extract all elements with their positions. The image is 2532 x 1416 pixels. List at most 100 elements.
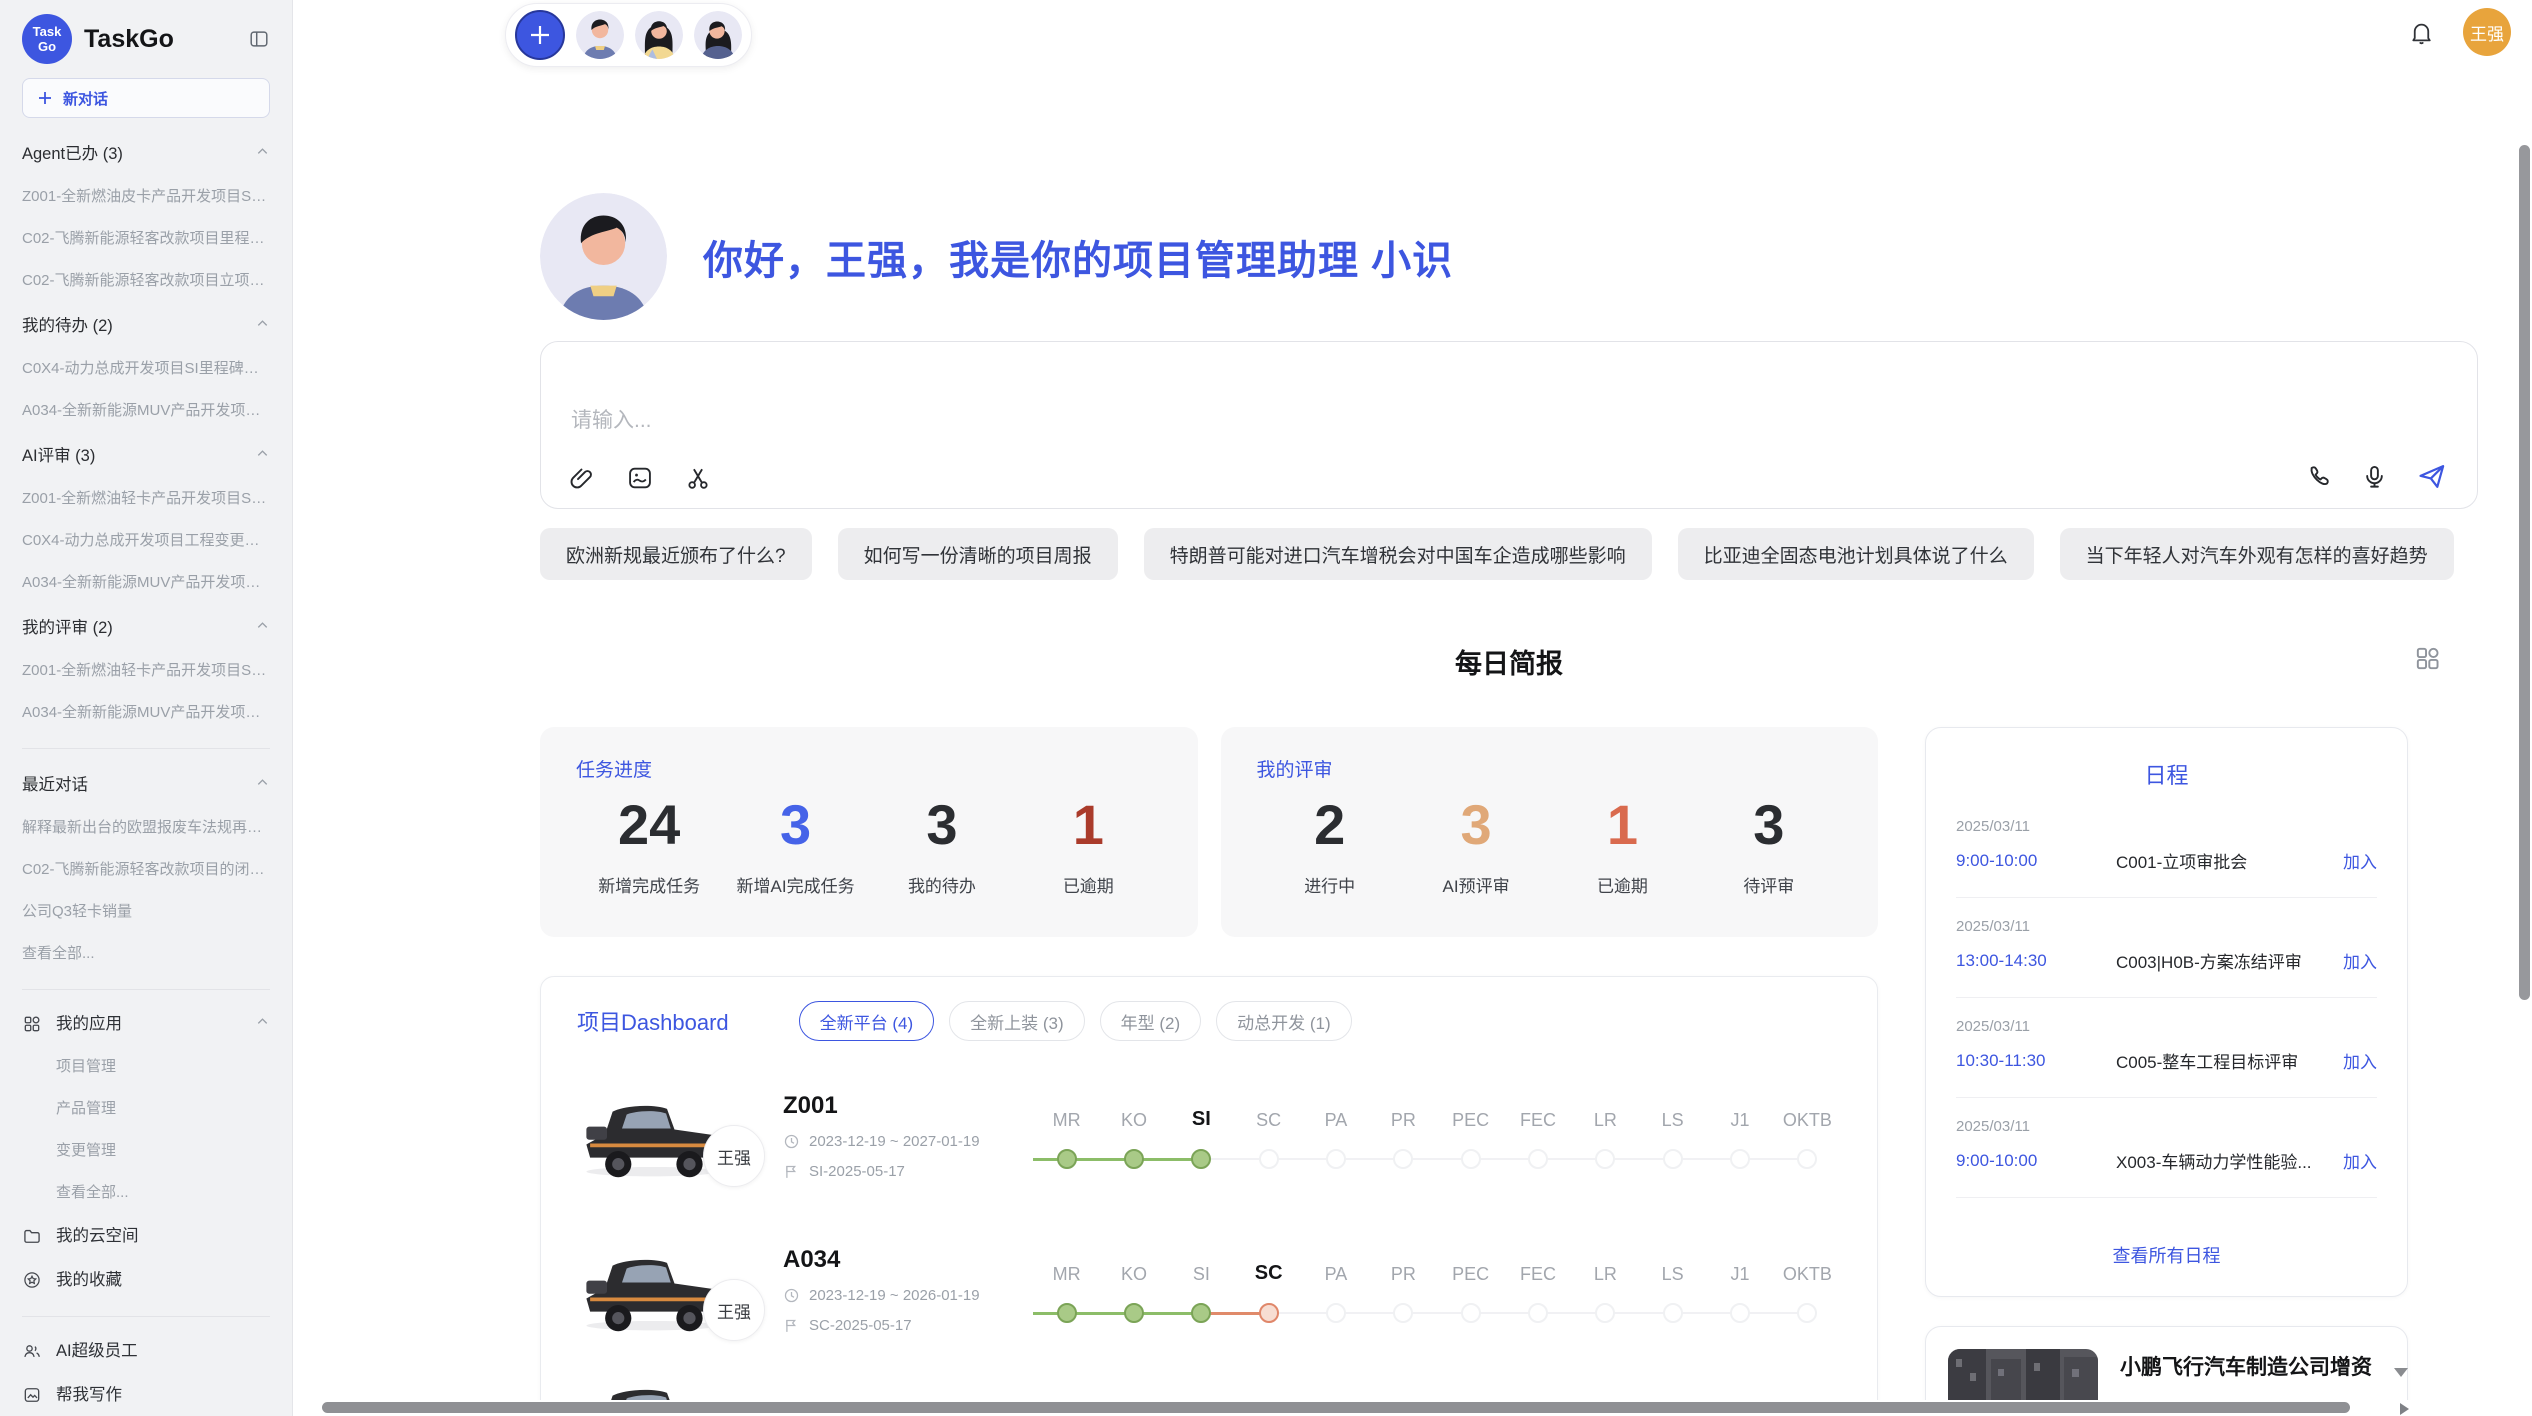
project-milestone-tag: SC-2025-05-17 xyxy=(809,1317,912,1334)
suggestion-chip[interactable]: 特朗普可能对进口汽车增税会对中国车企造成哪些影响 xyxy=(1144,528,1652,580)
sidebar-item[interactable]: Z001-全新燃油皮卡产品开发项目SI节点Lesson Learn报告 xyxy=(22,188,270,206)
new-chat-button[interactable]: 新对话 xyxy=(22,78,270,118)
sidebar-section-title: AI评审 (3) xyxy=(22,446,95,466)
recent-section-header[interactable]: 最近对话 xyxy=(22,775,270,795)
sidebar-item[interactable]: A034-全新新能源MUV产品开发项目法规符合性评审 xyxy=(22,574,270,592)
suggestion-chip[interactable]: 如何写一份清晰的项目周报 xyxy=(838,528,1118,580)
new-session-button[interactable] xyxy=(515,10,565,60)
app-sub-item[interactable]: 产品管理 xyxy=(22,1100,270,1118)
scissors-icon[interactable] xyxy=(684,464,712,492)
sidebar-item[interactable]: Z001-全新燃油轻卡产品开发项目SI节点属性5D文件评审 xyxy=(22,662,270,680)
milestone-labels: MRKOSISCPAPRPECFECLRLSJ1OKTB xyxy=(1033,1253,1841,1285)
chevron-up-icon xyxy=(255,144,270,164)
milestone-label: J1 xyxy=(1706,1264,1773,1285)
sidebar-item-label: AI超级员工 xyxy=(56,1341,270,1361)
app-sub-item[interactable]: 项目管理 xyxy=(22,1058,270,1076)
image-upload-icon[interactable] xyxy=(626,464,654,492)
phone-call-icon[interactable] xyxy=(2306,463,2333,490)
sidebar-section-header[interactable]: AI评审 (3) xyxy=(22,446,270,466)
dashboard-filter-pill[interactable]: 全新上装 (3) xyxy=(949,1001,1085,1041)
sidebar-section-header[interactable]: 我的评审 (2) xyxy=(22,618,270,638)
assistant-avatar xyxy=(540,193,667,320)
schedule-events: 2025/03/119:00-10:00C001-立项审批会加入2025/03/… xyxy=(1956,798,2377,1226)
milestone-dot xyxy=(1595,1303,1615,1323)
milestone-label: PA xyxy=(1302,1264,1369,1285)
send-icon[interactable] xyxy=(2416,461,2447,492)
recent-conversation-item[interactable]: 解释最新出台的欧盟报废车法规再生塑料比例被调至15%... xyxy=(22,819,270,837)
app-sub-item[interactable]: 查看全部... xyxy=(22,1184,270,1202)
sidebar-tool-item[interactable]: AI超级员工 xyxy=(22,1341,270,1361)
scroll-down-arrow-icon[interactable] xyxy=(2394,1368,2408,1377)
project-row[interactable]: 王强Z0012023-12-19 ~ 2027-01-19SI-2025-05-… xyxy=(577,1071,1841,1201)
milestone-label: LS xyxy=(1639,1264,1706,1285)
user-avatar[interactable]: 王强 xyxy=(2463,8,2511,56)
notifications-bell-icon[interactable] xyxy=(2408,19,2435,46)
view-all-schedule-link[interactable]: 查看所有日程 xyxy=(1956,1242,2377,1268)
schedule-card: 日程 2025/03/119:00-10:00C001-立项审批会加入2025/… xyxy=(1925,727,2408,1297)
session-avatar[interactable] xyxy=(635,11,683,59)
collapse-sidebar-icon[interactable] xyxy=(248,28,270,50)
sidebar-item[interactable]: Z001-全新燃油轻卡产品开发项目SI造型提交物评审 xyxy=(22,490,270,508)
event-join-link[interactable]: 加入 xyxy=(2343,1148,2377,1173)
suggestion-chip[interactable]: 欧洲新规最近颁布了什么? xyxy=(540,528,812,580)
dashboard-header: 项目Dashboard 全新平台 (4)全新上装 (3)年型 (2)动总开发 (… xyxy=(577,1001,1841,1041)
stat-value: 1 xyxy=(1549,788,1695,862)
layout-grid-icon[interactable] xyxy=(2413,644,2442,673)
clock-icon xyxy=(783,1287,800,1304)
dashboard-filter-pill[interactable]: 动总开发 (1) xyxy=(1216,1001,1352,1041)
session-avatar[interactable] xyxy=(694,11,742,59)
sidebar-item-star-badge[interactable]: 我的收藏 xyxy=(22,1270,270,1290)
sidebar-item[interactable]: A034-全新新能源MUV产品开发项目计划变更表编写 xyxy=(22,402,270,420)
project-row[interactable]: 王强A0342023-12-19 ~ 2026-01-19SC-2025-05-… xyxy=(577,1225,1841,1355)
sidebar-tool-item[interactable]: 帮我写作 xyxy=(22,1385,270,1405)
scroll-right-arrow-icon[interactable] xyxy=(2400,1403,2409,1415)
session-avatar[interactable] xyxy=(576,11,624,59)
horizontal-scrollbar-thumb[interactable] xyxy=(322,1402,2350,1413)
sidebar-recent-section: 最近对话解释最新出台的欧盟报废车法规再生塑料比例被调至15%... C02-飞腾新… xyxy=(22,775,270,963)
event-join-link[interactable]: 加入 xyxy=(2343,1048,2377,1073)
sidebar-section-header[interactable]: 我的待办 (2) xyxy=(22,316,270,336)
stat-value: 24 xyxy=(576,788,722,862)
stat-card-title: 我的评审 xyxy=(1257,755,1843,782)
event-row: 9:00-10:00C001-立项审批会加入 xyxy=(1956,848,2377,873)
sidebar-section: Agent已办 (3) Z001-全新燃油皮卡产品开发项目SI节点Lesson L… xyxy=(22,144,270,290)
milestone-cell xyxy=(1706,1293,1773,1333)
suggestion-chip[interactable]: 当下年轻人对汽车外观有怎样的喜好趋势 xyxy=(2060,528,2454,580)
recent-conversation-item[interactable]: 查看全部... xyxy=(22,945,270,963)
app-sub-item[interactable]: 变更管理 xyxy=(22,1142,270,1160)
milestone-cell xyxy=(1235,1293,1302,1333)
microphone-icon[interactable] xyxy=(2361,463,2388,490)
news-title: 小鹏飞行汽车制造公司增资 xyxy=(2120,1351,2385,1381)
sidebar-item-cloud-folder[interactable]: 我的云空间 xyxy=(22,1226,270,1246)
event-join-link[interactable]: 加入 xyxy=(2343,948,2377,973)
sidebar-item[interactable]: C02-飞腾新能源轻客改款项目里程碑画布 xyxy=(22,230,270,248)
sidebar-section-header[interactable]: Agent已办 (3) xyxy=(22,144,270,164)
sidebar-item[interactable]: C0X4-动力总成开发项目SI里程碑提交物检查 xyxy=(22,360,270,378)
message-input[interactable]: 请输入... xyxy=(571,404,652,434)
event-row: 13:00-14:30C003|H0B-方案冻结评审加入 xyxy=(1956,948,2377,973)
message-composer: 请输入... xyxy=(540,341,2478,509)
sidebar-item[interactable]: C0X4-动力总成开发项目工程变更评审 xyxy=(22,532,270,550)
event-join-link[interactable]: 加入 xyxy=(2343,848,2377,873)
dashboard-filter-pill[interactable]: 年型 (2) xyxy=(1100,1001,1202,1041)
event-time: 9:00-10:00 xyxy=(1956,851,2116,871)
briefing-title: 每日简报 xyxy=(540,642,2478,681)
sidebar-section: 我的评审 (2) Z001-全新燃油轻卡产品开发项目SI节点属性5D文件评审 A03… xyxy=(22,618,270,722)
dashboard-columns: 任务进度24新增完成任务3新增AI完成任务3我的待办1已逾期我的评审2进行中3A… xyxy=(540,727,2478,1416)
paperclip-icon[interactable] xyxy=(569,465,596,492)
milestone-label: OKTB xyxy=(1774,1110,1841,1131)
stat-item: 2进行中 xyxy=(1257,788,1403,897)
recent-conversation-item[interactable]: C02-飞腾新能源轻客改款项目的闭环通告反馈情况 xyxy=(22,861,270,879)
suggestion-chip[interactable]: 比亚迪全固态电池计划具体说了什么 xyxy=(1678,528,2034,580)
recent-conversation-item[interactable]: 公司Q3轻卡销量 xyxy=(22,903,270,921)
sidebar-item[interactable]: C02-飞腾新能源轻客改款项目立项汇报方案 xyxy=(22,272,270,290)
vertical-scrollbar-thumb[interactable] xyxy=(2519,145,2530,1000)
stat-value: 1 xyxy=(1015,788,1161,862)
sidebar-item[interactable]: A034-全新新能源MUV产品开发项目造型可行性评审 xyxy=(22,704,270,722)
composer-actions xyxy=(2306,461,2447,492)
milestone-dot xyxy=(1259,1303,1279,1323)
dashboard-filter-pill[interactable]: 全新平台 (4) xyxy=(799,1001,935,1041)
stat-label: 已逾期 xyxy=(1549,872,1695,897)
sidebar-item-my-apps[interactable]: 我的应用 xyxy=(22,1014,270,1034)
chevron-up-icon xyxy=(255,1014,270,1034)
